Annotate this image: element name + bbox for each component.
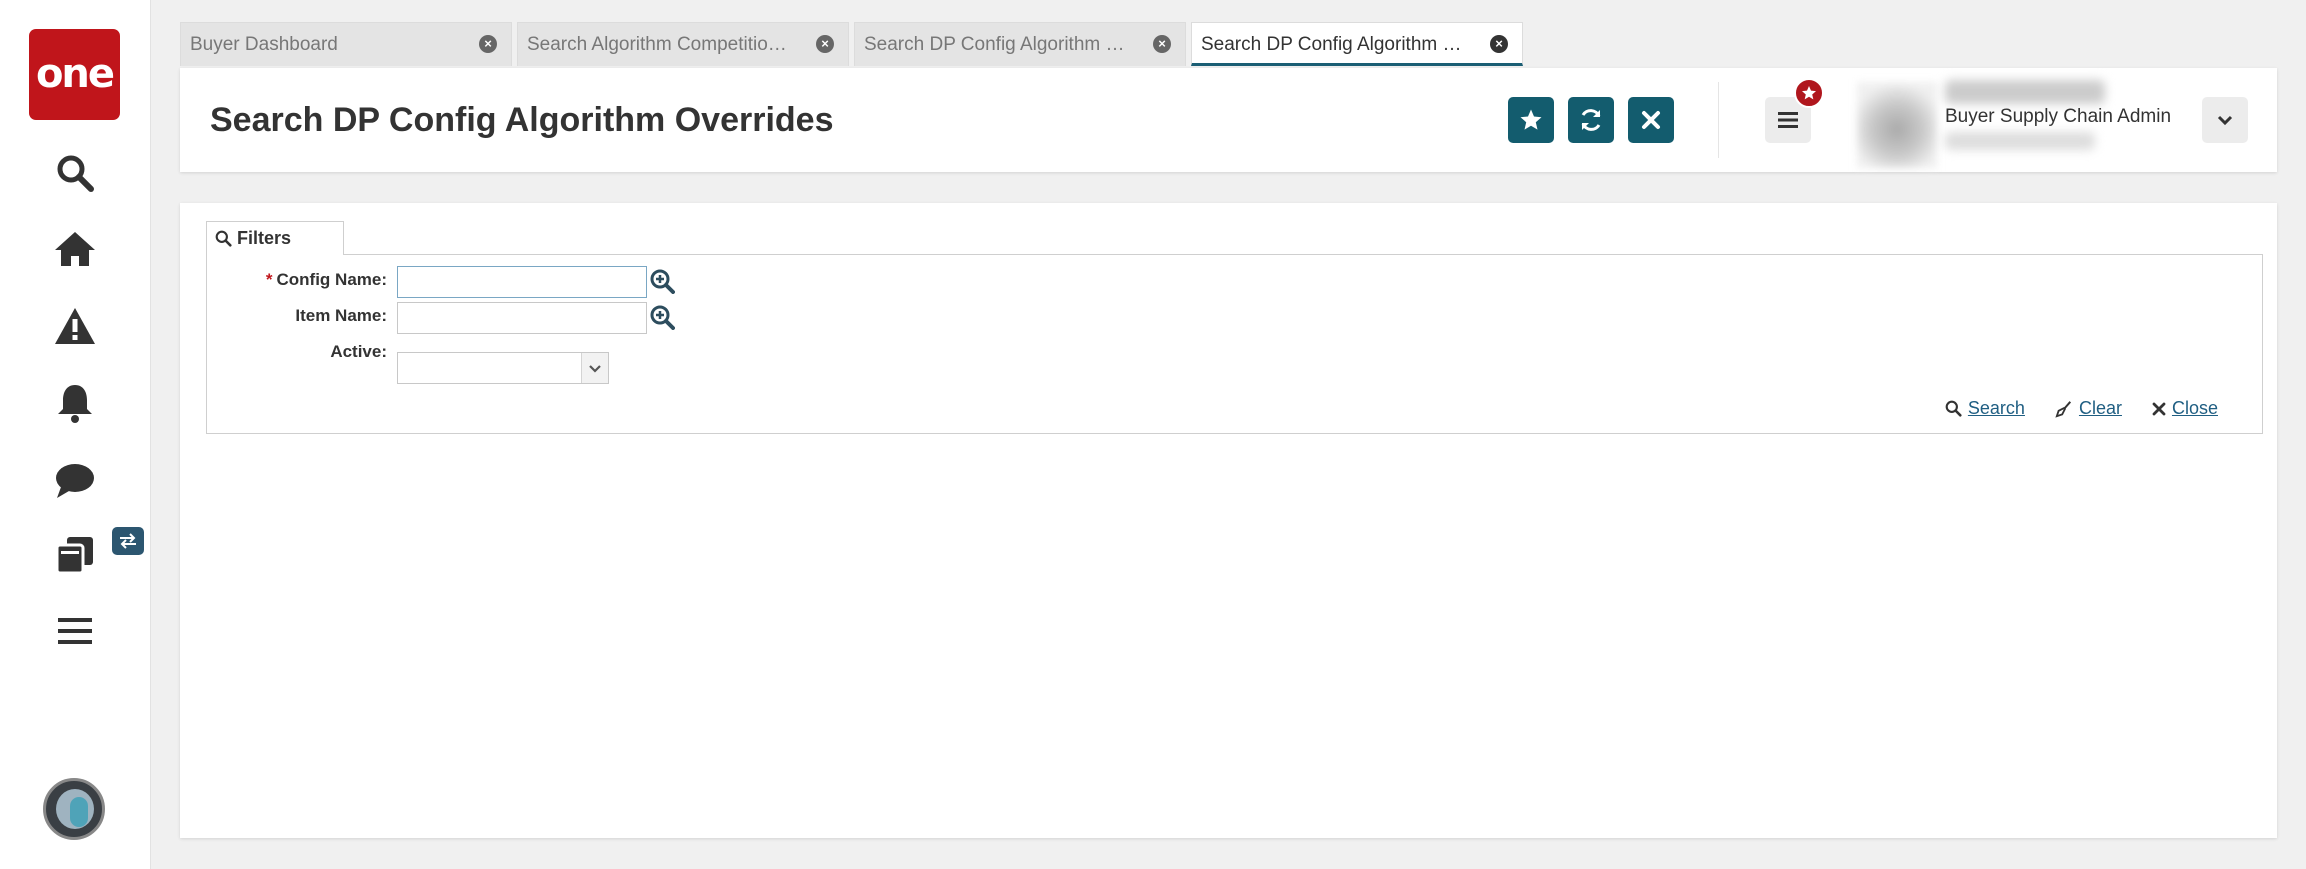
search-icon <box>215 230 232 247</box>
tab-label: Search Algorithm Competition C... <box>527 34 814 55</box>
filters-panel: * Config Name: Item Name: Active: Search … <box>206 254 2263 434</box>
star-icon <box>1802 86 1816 100</box>
chevron-down-icon <box>2217 115 2233 126</box>
user-org-redacted <box>1945 132 2095 150</box>
alert-icon[interactable] <box>45 301 105 351</box>
hamburger-icon[interactable] <box>45 606 105 656</box>
close-page-button[interactable] <box>1628 97 1674 143</box>
tab-buyer-dashboard[interactable]: Buyer Dashboard × <box>180 22 512 66</box>
app-logo[interactable]: one <box>29 29 120 120</box>
star-icon <box>1520 109 1542 130</box>
user-menu-dropdown[interactable] <box>2202 97 2248 143</box>
filters-tab[interactable]: Filters <box>206 221 344 255</box>
search-icon <box>1945 400 1962 417</box>
item-name-lookup-icon[interactable] <box>649 304 675 330</box>
bell-icon[interactable] <box>45 378 105 428</box>
tab-label: Search DP Config Algorithm Ove... <box>864 34 1157 55</box>
broom-icon <box>2055 400 2071 418</box>
item-name-label: Item Name: <box>295 306 387 325</box>
favorite-button[interactable] <box>1508 97 1554 143</box>
tab-label: Search DP Config Algorithm Ove... <box>1201 34 1494 55</box>
favorites-badge[interactable] <box>1794 78 1824 108</box>
config-name-input[interactable] <box>397 266 647 298</box>
close-link-label: Close <box>2171 398 2218 418</box>
page-header: Search DP Config Algorithm Overrides Buy… <box>180 68 2277 172</box>
refresh-icon <box>1581 109 1601 131</box>
tab-strip: Buyer Dashboard × Search Algorithm Compe… <box>180 22 1528 68</box>
close-tab-icon[interactable]: × <box>1490 35 1508 53</box>
documents-icon[interactable] <box>45 530 105 580</box>
active-label: Active: <box>330 342 387 361</box>
filter-actions: Search Clear Close <box>1945 398 2218 419</box>
home-icon[interactable] <box>45 224 105 274</box>
tab-search-algorithm-competition[interactable]: Search Algorithm Competition C... × <box>517 22 849 66</box>
chat-icon[interactable] <box>45 456 105 506</box>
avatar-face <box>70 797 88 827</box>
tab-label: Buyer Dashboard <box>190 34 338 55</box>
required-marker: * <box>265 270 273 289</box>
search-icon[interactable] <box>45 148 105 198</box>
close-tab-icon[interactable]: × <box>479 35 497 53</box>
user-role: Buyer Supply Chain Admin <box>1945 106 2172 127</box>
close-icon <box>2152 402 2166 415</box>
chevron-down-icon[interactable] <box>581 353 608 383</box>
tab-search-dp-config-1[interactable]: Search DP Config Algorithm Ove... × <box>854 22 1186 66</box>
header-divider <box>1718 82 1719 158</box>
user-avatar[interactable] <box>43 778 105 840</box>
clear-link[interactable]: Clear <box>2055 398 2122 419</box>
tab-search-dp-config-active[interactable]: Search DP Config Algorithm Ove... × <box>1191 22 1523 66</box>
refresh-button[interactable] <box>1568 97 1614 143</box>
close-tab-icon[interactable]: × <box>816 35 834 53</box>
user-name-redacted <box>1945 80 2105 104</box>
search-link[interactable]: Search <box>1945 398 2025 419</box>
page-title: Search DP Config Algorithm Overrides <box>210 101 834 139</box>
left-nav: one <box>0 0 151 869</box>
close-link[interactable]: Close <box>2152 398 2218 419</box>
main-panel: Filters * Config Name: Item Name: Active:… <box>180 203 2277 838</box>
close-icon <box>1642 111 1660 129</box>
item-name-input[interactable] <box>397 302 647 334</box>
config-name-label: * Config Name: <box>265 270 387 289</box>
config-name-lookup-icon[interactable] <box>649 268 675 294</box>
clear-link-label: Clear <box>2078 398 2122 418</box>
user-photo[interactable] <box>1857 82 1937 168</box>
hamburger-icon <box>1778 112 1798 128</box>
close-tab-icon[interactable]: × <box>1153 35 1171 53</box>
swap-icon[interactable] <box>112 527 144 555</box>
filters-tab-label: Filters <box>237 228 292 248</box>
active-select[interactable] <box>397 352 609 384</box>
search-link-label: Search <box>1967 398 2025 418</box>
